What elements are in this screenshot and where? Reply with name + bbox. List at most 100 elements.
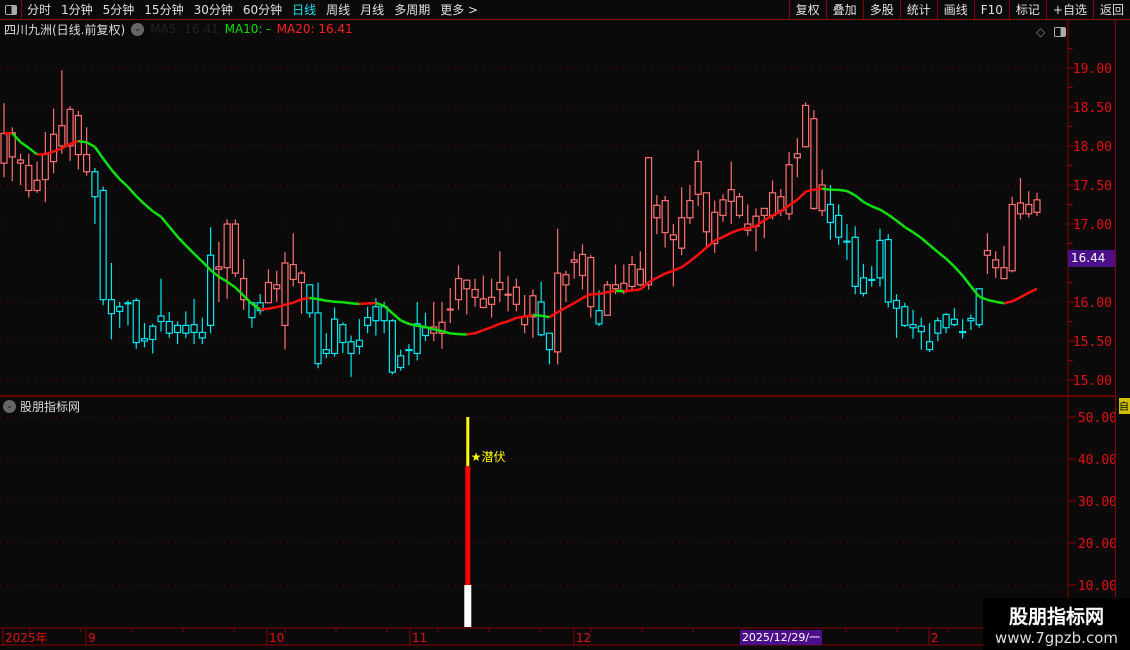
ma20-segment — [780, 204, 790, 213]
candle-body — [289, 263, 297, 280]
candle-body — [901, 306, 909, 326]
toolbar: 分时 1分钟 5分钟 15分钟 30分钟 60分钟 日线 周线 月线 多周期 更多 > 复权 叠加 多股… — [0, 0, 1130, 20]
tab-period[interactable]: 月线 — [355, 1, 389, 18]
candle-body — [992, 259, 1000, 269]
candle-body — [760, 207, 768, 217]
ma20-segment — [937, 251, 947, 260]
toolbar-button[interactable]: 复权 — [788, 0, 826, 20]
ma20-segment — [201, 260, 212, 272]
price-tick-label: 17.50 — [1073, 179, 1112, 194]
candle-body — [810, 118, 818, 209]
candle-body — [735, 196, 744, 217]
toolbar-button[interactable]: 统计 — [899, 0, 937, 20]
ma20-segment — [292, 298, 302, 304]
diamond-icon[interactable]: ◇ — [1036, 25, 1045, 39]
candle-body — [578, 253, 587, 277]
ma20-segment — [763, 214, 774, 222]
ma20-segment — [19, 141, 30, 149]
toolbar-button[interactable]: 叠加 — [825, 0, 863, 20]
tab-period[interactable]: 周线 — [321, 1, 355, 18]
ma20-segment — [978, 295, 988, 302]
candle-body — [545, 332, 554, 351]
tab-period[interactable]: 分时 — [22, 1, 56, 18]
ma20-segment — [1019, 291, 1030, 299]
candle-body — [388, 320, 397, 373]
candle-body — [835, 214, 843, 238]
ma20-segment — [995, 300, 1005, 305]
tab-period[interactable]: 5分钟 — [98, 1, 140, 18]
candle-body — [950, 318, 958, 326]
candle-body — [223, 223, 231, 269]
ma20-segment — [871, 205, 881, 211]
chevron-down-icon[interactable]: ⌄ — [131, 22, 145, 36]
candle-body — [322, 348, 330, 355]
price-tick-label: 18.00 — [1073, 140, 1112, 155]
tab-period[interactable]: 60分钟 — [238, 1, 287, 18]
toolbar-button[interactable]: 画线 — [936, 0, 974, 20]
tab-period[interactable]: 多周期 — [389, 1, 435, 18]
toolbar-button[interactable]: 返回 — [1092, 0, 1130, 20]
ma20-segment — [359, 302, 368, 306]
ma20-segment — [474, 328, 484, 335]
tab-period[interactable]: 15分钟 — [139, 1, 188, 18]
ma20-segment — [739, 226, 748, 231]
candle-body — [1008, 203, 1016, 272]
candle-body — [0, 132, 8, 164]
candle-body — [636, 268, 644, 286]
candle-body — [479, 298, 487, 309]
candle-body — [330, 318, 339, 355]
toolbar-button[interactable]: +自选 — [1045, 0, 1093, 20]
candle-body — [49, 133, 58, 163]
ma20-segment — [920, 237, 931, 247]
ma10-label: MA10: - — [224, 22, 271, 36]
candle-body — [165, 320, 173, 334]
chevron-down-icon[interactable]: ⌄ — [3, 400, 16, 413]
candle-body — [587, 256, 595, 308]
ma20-segment — [284, 301, 294, 306]
candle-body — [471, 288, 479, 298]
candle-body — [74, 114, 82, 156]
candle-body — [421, 327, 430, 337]
tab-period[interactable]: 更多 > — [435, 1, 483, 18]
candle-body — [149, 325, 157, 341]
ma20-segment — [953, 265, 964, 277]
ma20-segment — [209, 269, 220, 278]
toolbar-button[interactable]: 标记 — [1008, 0, 1046, 20]
candle-body — [314, 312, 322, 365]
ma20-segment — [904, 225, 914, 234]
candle-body — [727, 189, 735, 202]
candle-body — [917, 325, 925, 333]
ma20-segment — [524, 313, 534, 318]
candle-body — [644, 157, 653, 286]
ma20-segment — [268, 305, 277, 310]
ma20-segment — [11, 132, 22, 143]
side-panel — [1115, 20, 1130, 630]
ma20-segment — [218, 275, 228, 283]
tab-period[interactable]: 30分钟 — [189, 1, 238, 18]
ma20-segment — [160, 215, 171, 228]
candle-body — [33, 179, 41, 192]
ma20-segment — [507, 316, 517, 323]
candle-body — [41, 153, 49, 181]
candle-body — [364, 317, 372, 327]
candle-body — [273, 284, 281, 290]
chart-canvas[interactable]: 19.00 18.50 18.00 17.50 17.00 16.00 15.50 15.00… — [0, 0, 1130, 650]
candle-body — [1033, 199, 1041, 213]
toolbar-button[interactable]: F10 — [973, 0, 1009, 20]
ma20-segment — [317, 297, 327, 302]
price-tick-label: 17.00 — [1073, 218, 1112, 233]
ma20-segment — [680, 260, 691, 269]
ma20-segment — [961, 274, 972, 288]
tab-period[interactable]: 日线 — [287, 1, 321, 18]
panel-icon[interactable] — [1053, 22, 1067, 42]
ma20-segment — [516, 315, 525, 320]
cursor-date: 2025/12/29/一 — [740, 630, 822, 645]
candle-body — [1016, 202, 1025, 215]
ma20-segment — [375, 301, 385, 307]
toolbar-button[interactable]: 多股 — [862, 0, 900, 20]
side-tag[interactable]: 自 — [1119, 398, 1130, 414]
panel-toggle-button[interactable] — [0, 0, 22, 20]
tab-period[interactable]: 1分钟 — [56, 1, 98, 18]
ma20-segment — [969, 285, 981, 298]
ma20-segment — [821, 187, 831, 191]
